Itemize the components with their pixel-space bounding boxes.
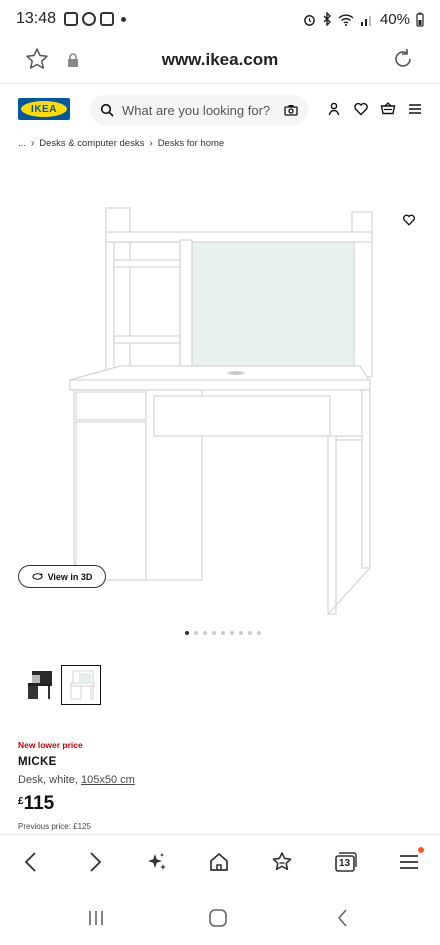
image-notification-icon	[100, 12, 115, 26]
home-nav-icon[interactable]	[208, 908, 228, 928]
carousel-dot[interactable]	[221, 631, 225, 635]
site-header: IKEA	[0, 86, 440, 132]
variant-thumbnail-white[interactable]	[61, 665, 101, 705]
breadcrumb: ... › Desks & computer desks › Desks for…	[18, 138, 224, 149]
home-button[interactable]	[206, 849, 232, 875]
back-icon	[24, 852, 36, 872]
breadcrumb-item-desks-for-home[interactable]: Desks for home	[158, 138, 225, 149]
product-name: MICKE	[18, 756, 57, 768]
chevron-right-icon: ›	[149, 138, 153, 149]
image-carousel-dots[interactable]	[185, 631, 261, 635]
view-in-3d-button[interactable]: View in 3D	[18, 565, 106, 588]
alarm-icon	[304, 14, 315, 26]
battery-percent: 40%	[379, 10, 410, 28]
product-desc-text: Desk, white,	[18, 774, 81, 786]
recent-apps-icon[interactable]	[86, 908, 106, 928]
more-notifications-icon	[121, 16, 127, 22]
search-icon	[100, 103, 114, 117]
carousel-dot[interactable]	[248, 631, 252, 635]
menu-icon[interactable]	[407, 101, 423, 117]
logo-text: IKEA	[31, 103, 57, 115]
status-right: 40%	[303, 11, 424, 28]
rotate-3d-icon	[31, 573, 43, 580]
back-nav-icon[interactable]	[333, 908, 353, 928]
price-amount: 115	[23, 793, 55, 814]
bookmarks-button[interactable]	[269, 849, 295, 875]
carousel-dot[interactable]	[239, 631, 243, 635]
reload-icon[interactable]	[390, 46, 416, 72]
carousel-dot[interactable]	[257, 631, 261, 635]
carousel-dot[interactable]	[203, 631, 207, 635]
breadcrumb-ellipsis[interactable]: ...	[18, 138, 26, 149]
signal-icon	[360, 15, 371, 26]
bookmark-star-icon	[272, 852, 292, 871]
product-description: Desk, white, 105x50 cm	[18, 774, 135, 786]
carousel-dot[interactable]	[212, 631, 216, 635]
chevron-right-icon: ›	[30, 138, 35, 149]
breadcrumb-item-desks-computer-desks[interactable]: Desks & computer desks	[39, 138, 144, 149]
status-time: 13:48	[16, 10, 57, 27]
forward-icon	[90, 852, 102, 872]
tabs-count: 13	[339, 858, 351, 869]
ai-assistant-button[interactable]	[144, 849, 170, 875]
product-image[interactable]	[60, 200, 380, 620]
status-notification-icons	[64, 12, 127, 26]
tabs-button[interactable]: 13	[332, 849, 358, 875]
camera-icon[interactable]	[284, 104, 298, 116]
sim-icon	[64, 12, 79, 26]
carousel-dot[interactable]	[194, 631, 198, 635]
browser-toolbar: 13	[0, 834, 440, 890]
wifi-icon	[338, 13, 354, 26]
forward-button[interactable]	[82, 849, 108, 875]
desk-black-thumbnail	[28, 671, 52, 699]
cart-icon[interactable]	[380, 101, 396, 117]
menu-icon	[400, 855, 418, 869]
status-bar: 13:48 40%	[0, 0, 440, 38]
bluetooth-icon	[323, 12, 331, 26]
carousel-dot[interactable]	[185, 631, 189, 635]
wishlist-heart-icon[interactable]	[402, 213, 416, 227]
heart-icon[interactable]	[353, 101, 369, 117]
notification-dot	[418, 847, 424, 853]
browser-url-bar: www.ikea.com	[0, 38, 440, 84]
sparkle-icon	[148, 853, 166, 870]
carousel-dot[interactable]	[230, 631, 234, 635]
ikea-logo[interactable]: IKEA	[18, 98, 70, 120]
search-box[interactable]	[90, 95, 308, 125]
product-price: £ 115	[18, 793, 54, 815]
android-navigation-bar	[0, 890, 440, 945]
url-text[interactable]: www.ikea.com	[0, 50, 440, 70]
previous-price: Previous price: £125	[18, 822, 91, 831]
desk-white-thumbnail	[70, 670, 95, 700]
back-button[interactable]	[18, 849, 44, 875]
account-icon[interactable]	[326, 101, 342, 117]
search-input[interactable]	[122, 102, 272, 118]
new-lower-price-label: New lower price	[18, 740, 83, 750]
variant-thumbnail-black[interactable]	[18, 665, 58, 705]
gallery-notification-icon	[82, 12, 97, 26]
view-in-3d-label: View in 3D	[47, 571, 93, 582]
home-icon	[210, 853, 228, 871]
product-dimensions-link[interactable]: 105x50 cm	[81, 774, 135, 786]
browser-menu-button[interactable]	[396, 847, 424, 875]
battery-icon	[416, 12, 424, 27]
